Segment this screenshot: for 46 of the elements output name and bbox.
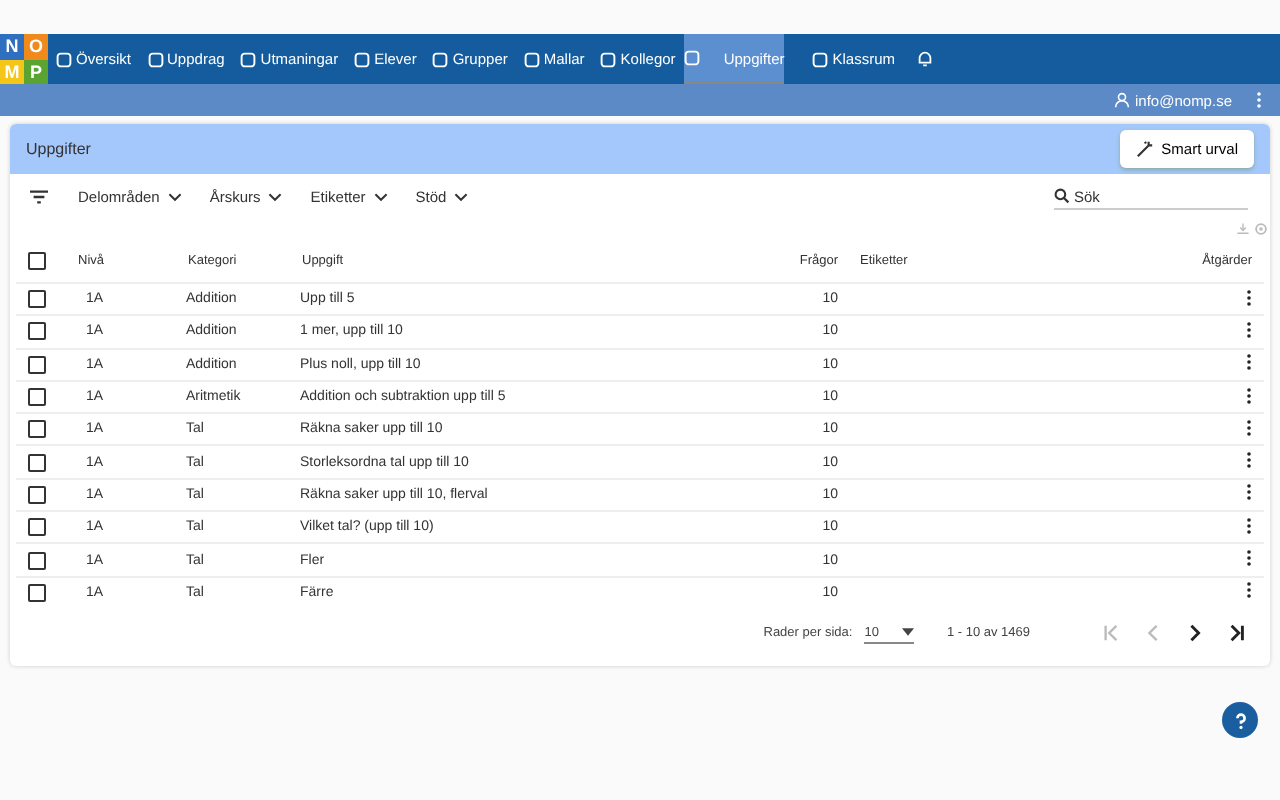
- more-icon[interactable]: [1246, 287, 1252, 308]
- user-icon: [1113, 92, 1130, 108]
- last-page-icon[interactable]: [1228, 624, 1246, 643]
- nav-icon: [147, 51, 164, 67]
- chevron-icon: [268, 192, 283, 202]
- nav-icon: [432, 51, 449, 67]
- nav-icon: [600, 51, 617, 67]
- row-checkbox[interactable]: [28, 453, 46, 472]
- row-checkbox[interactable]: [28, 290, 46, 309]
- row-checkbox[interactable]: [28, 551, 46, 570]
- chevron-icon: [454, 192, 469, 202]
- more-icon[interactable]: [1246, 352, 1252, 373]
- nav-icon: [354, 51, 371, 67]
- search-icon: [1054, 188, 1070, 204]
- wand-icon: [1135, 140, 1154, 158]
- caret-icon: [902, 628, 915, 637]
- more-icon[interactable]: [1246, 580, 1252, 601]
- row-checkbox[interactable]: [28, 583, 46, 602]
- row-checkbox[interactable]: [28, 485, 46, 504]
- more-icon[interactable]: [1246, 482, 1252, 503]
- nav-icon: [523, 51, 540, 67]
- panel-title: Uppgifter: [26, 140, 91, 158]
- more-icon[interactable]: [1246, 515, 1252, 536]
- chevron-icon: [167, 192, 182, 202]
- more-icon[interactable]: [1246, 417, 1252, 438]
- row-checkbox[interactable]: [28, 322, 46, 341]
- nav-icon: [683, 50, 700, 66]
- question-icon: [1231, 711, 1249, 729]
- bell-icon[interactable]: [915, 50, 934, 68]
- more-icon[interactable]: [1246, 450, 1252, 471]
- nav-icon: [240, 51, 257, 67]
- row-checkbox[interactable]: [28, 518, 46, 537]
- nav-icon: [56, 51, 72, 67]
- row-checkbox[interactable]: [28, 420, 46, 439]
- row-checkbox[interactable]: [28, 355, 46, 374]
- select-all-checkbox[interactable]: [28, 251, 46, 269]
- help-button[interactable]: [1222, 702, 1258, 738]
- logo[interactable]: N O M P: [0, 34, 48, 84]
- more-icon[interactable]: [1246, 319, 1252, 340]
- nav-icon: [812, 51, 829, 67]
- row-checkbox[interactable]: [28, 388, 46, 407]
- chevron-icon: [373, 192, 388, 202]
- next-page-icon[interactable]: [1186, 624, 1204, 643]
- more-icon[interactable]: [1246, 385, 1252, 406]
- filter-icon[interactable]: [28, 188, 50, 206]
- more-icon[interactable]: [1246, 548, 1252, 569]
